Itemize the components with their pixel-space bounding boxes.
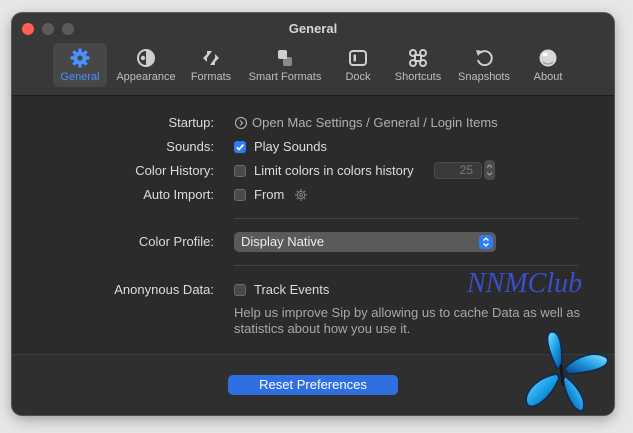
tab-label: General	[60, 71, 100, 83]
watermark-text: NNMClub	[467, 268, 583, 299]
color-limit-field[interactable]: 25	[434, 162, 482, 179]
color-profile-label: Color Profile:	[138, 234, 214, 249]
preferences-window: General General Appearance Formats Smart…	[12, 13, 614, 415]
dock-icon	[349, 50, 367, 66]
color-limit-stepper[interactable]	[484, 160, 495, 180]
gear-icon	[70, 48, 90, 68]
tab-shortcuts[interactable]: Shortcuts	[388, 43, 448, 87]
section-divider	[234, 218, 578, 219]
tab-general[interactable]: General	[53, 43, 107, 87]
section-divider	[234, 265, 578, 266]
tab-label: Smart Formats	[248, 71, 322, 83]
tab-label: Snapshots	[458, 71, 510, 83]
tab-about[interactable]: About	[526, 43, 570, 87]
tab-label: Appearance	[116, 71, 176, 83]
tab-label: Formats	[190, 71, 232, 83]
gear-small-icon[interactable]	[294, 188, 308, 202]
checkmark-icon	[236, 143, 245, 151]
formats-icon	[203, 51, 219, 65]
tab-smart-formats[interactable]: Smart Formats	[243, 43, 327, 87]
smart-formats-icon	[278, 50, 292, 66]
toolbar: General General Appearance Formats Smart…	[12, 13, 614, 96]
stepper-arrows-icon	[486, 164, 493, 176]
anonymous-data-label: Anonynous Data:	[114, 282, 214, 297]
about-icon	[539, 49, 557, 67]
open-login-items-link[interactable]: Open Mac Settings / General / Login Item…	[252, 115, 498, 130]
play-sounds-checkbox[interactable]	[234, 141, 246, 153]
track-events-label: Track Events	[254, 282, 330, 297]
appearance-icon	[137, 49, 155, 67]
window-title: General	[288, 21, 338, 36]
track-events-checkbox[interactable]	[234, 284, 246, 296]
tab-snapshots[interactable]: Snapshots	[454, 43, 514, 87]
color-profile-value: Display Native	[241, 234, 325, 249]
startup-label: Startup:	[168, 115, 214, 130]
limit-colors-checkbox[interactable]	[234, 165, 246, 177]
undo-arrow-icon	[476, 50, 493, 67]
limit-colors-label: Limit colors in colors history	[254, 163, 414, 178]
tab-label: About	[533, 71, 563, 83]
auto-import-from-label: From	[254, 187, 285, 202]
auto-import-checkbox[interactable]	[234, 189, 246, 201]
reset-preferences-button[interactable]: Reset Preferences	[228, 375, 398, 395]
tab-appearance[interactable]: Appearance	[112, 43, 180, 87]
open-settings-icon[interactable]	[234, 116, 248, 130]
popup-arrows-icon	[479, 235, 493, 249]
command-icon	[409, 49, 427, 67]
sounds-label: Sounds:	[166, 139, 214, 154]
tab-formats[interactable]: Formats	[187, 43, 235, 87]
butterfly-watermark-icon	[525, 331, 609, 412]
color-profile-select[interactable]: Display Native	[234, 232, 496, 252]
color-history-label: Color History:	[135, 163, 214, 178]
auto-import-label: Auto Import:	[143, 187, 214, 202]
tab-label: Dock	[345, 71, 371, 83]
tab-label: Shortcuts	[394, 71, 442, 83]
play-sounds-label: Play Sounds	[254, 139, 327, 154]
tab-dock[interactable]: Dock	[338, 43, 378, 87]
